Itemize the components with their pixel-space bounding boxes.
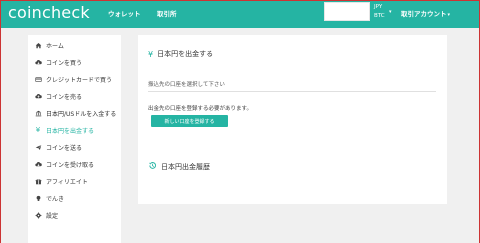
sidebar-item-send-coin[interactable]: コインを送る (28, 141, 121, 153)
credit-card-icon (34, 75, 42, 83)
withdraw-panel: ¥ 日本円を出金する 振込先の口座を選択して下さい 出金先の口座を登録する必要が… (138, 35, 447, 204)
page-title: ¥ 日本円を出金する (148, 49, 213, 59)
sidebar-item-receive-coin[interactable]: コインを受け取る (28, 158, 121, 170)
lightbulb-icon (34, 194, 42, 202)
sidebar-item-credit-card[interactable]: クレジットカードで買う (28, 73, 121, 85)
jpy-label: JPY (374, 4, 383, 10)
paper-plane-icon (34, 143, 42, 151)
gift-icon (34, 177, 42, 185)
nav-exchange-link[interactable]: 取引所 (157, 8, 177, 18)
cloud-upload-icon (34, 92, 42, 100)
yen-icon: ¥ (35, 126, 41, 134)
sidebar-item-buy-coin[interactable]: コインを買う (28, 56, 121, 68)
sidebar-item-label: コインを受け取る (46, 161, 95, 169)
frame-border-left (0, 0, 1, 243)
gear-icon (34, 211, 42, 219)
sidebar-item-deposit[interactable]: 日本円/USドルを入金する (28, 107, 121, 119)
page-title-label: 日本円を出金する (157, 50, 214, 58)
sidebar-item-withdraw-jpy[interactable]: ¥ 日本円を出金する (28, 124, 121, 136)
cloud-download-icon (34, 160, 42, 168)
yen-icon: ¥ (148, 49, 154, 59)
sidebar-item-label: コインを売る (46, 93, 83, 101)
sidebar-item-sell-coin[interactable]: コインを売る (28, 90, 121, 102)
btc-label: BTC (374, 13, 385, 19)
account-menu[interactable]: 取引アカウント▾ (401, 8, 450, 18)
history-title-label: 日本円出金履歴 (161, 162, 210, 171)
sidebar-item-home[interactable]: ホーム (28, 39, 121, 51)
sidebar-item-label: 日本円/USドルを入金する (46, 110, 117, 118)
top-navbar: coincheck ウォレット 取引所 JPY BTC ▾ 取引アカウント▾ (0, 0, 480, 28)
balance-display[interactable] (324, 2, 370, 21)
nav-wallet-link[interactable]: ウォレット (108, 8, 141, 18)
account-required-notice: 出金先の口座を登録する必要があります。 (148, 106, 252, 112)
register-account-button[interactable]: 新しい口座を登録する (151, 115, 228, 127)
chevron-down-icon: ▾ (447, 12, 451, 18)
account-menu-label: 取引アカウント (401, 10, 447, 18)
balance-caret-icon[interactable]: ▾ (389, 9, 392, 15)
sidebar-item-settings[interactable]: 設定 (28, 209, 121, 221)
cloud-download-icon (34, 58, 42, 66)
coincheck-logo[interactable]: coincheck (8, 3, 90, 22)
sidebar-item-label: コインを送る (46, 144, 83, 152)
sidebar: ホーム コインを買う クレジットカードで買う コインを売る 日本円/USドルを入… (28, 35, 121, 243)
sidebar-item-label: クレジットカードで買う (46, 76, 113, 84)
frame-border-top (0, 0, 480, 1)
sidebar-item-label: 日本円を出金する (46, 127, 95, 135)
history-icon (148, 161, 157, 172)
withdraw-history-title[interactable]: 日本円出金履歴 (148, 161, 210, 172)
sidebar-item-affiliate[interactable]: アフィリエイト (28, 175, 121, 187)
sidebar-item-label: ホーム (46, 42, 64, 50)
sidebar-item-label: でんき (46, 195, 65, 203)
sidebar-item-label: 設定 (46, 212, 59, 220)
divider (148, 91, 436, 92)
sidebar-item-electricity[interactable]: でんき (28, 192, 121, 204)
sidebar-item-label: コインを買う (46, 59, 83, 67)
bank-icon (34, 109, 42, 117)
account-select-prompt: 振込先の口座を選択して下さい (148, 82, 225, 88)
sidebar-item-label: アフィリエイト (46, 178, 88, 186)
home-icon (34, 41, 42, 49)
